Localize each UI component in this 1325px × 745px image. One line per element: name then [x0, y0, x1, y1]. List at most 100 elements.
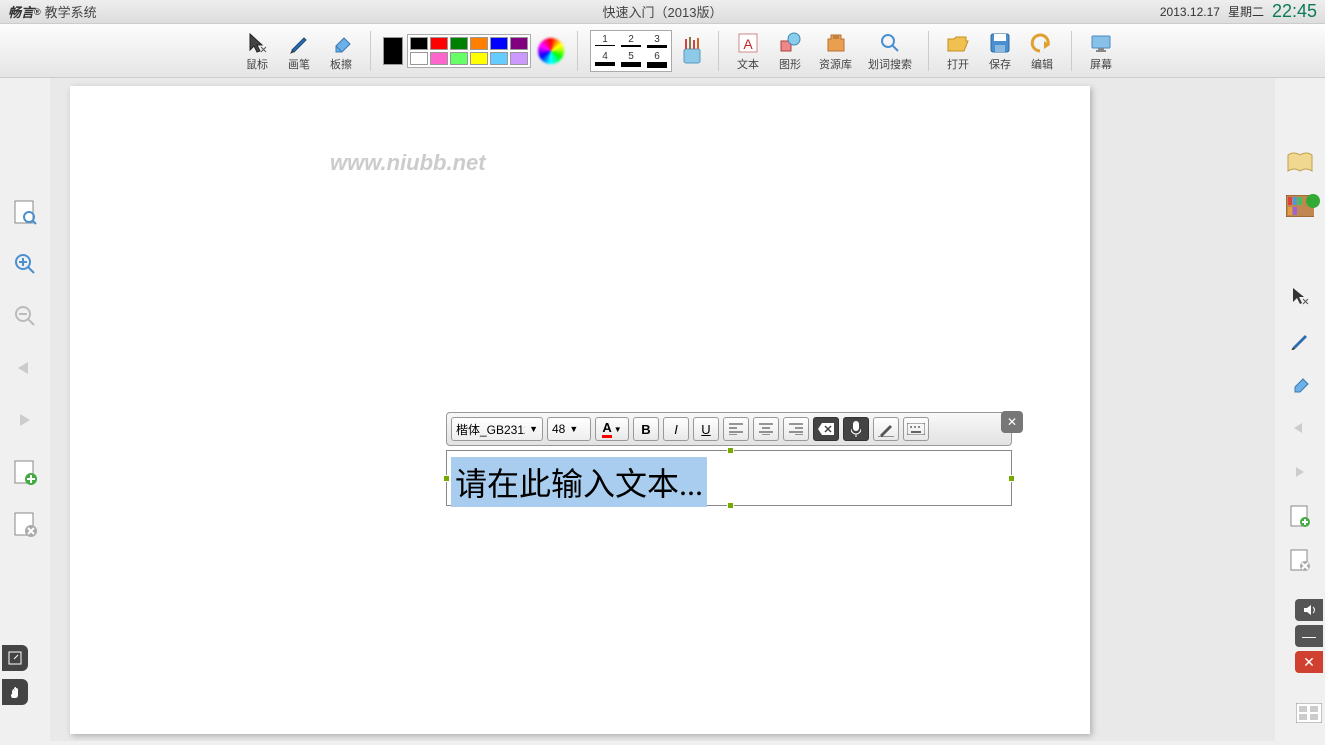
- folder-open-icon: [945, 30, 971, 56]
- zoom-in-button[interactable]: [11, 250, 39, 278]
- cursor-tool-button[interactable]: [1286, 282, 1314, 310]
- underline-button[interactable]: U: [693, 417, 719, 441]
- color-pink[interactable]: [430, 52, 448, 65]
- text-editor-popup: 楷体_GB2312▼ 48▼ A▼ B I U ✕ 请在此输入文本...: [446, 412, 1012, 506]
- canvas-page[interactable]: www.niubb.net 楷体_GB2312▼ 48▼ A▼ B I U: [70, 86, 1090, 734]
- pen-tool-button-right[interactable]: [1286, 326, 1314, 354]
- left-sidebar: [0, 78, 50, 718]
- italic-button[interactable]: I: [663, 417, 689, 441]
- bookshelf-button[interactable]: [1286, 192, 1314, 220]
- eraser-tool-button-right[interactable]: [1286, 370, 1314, 398]
- keyboard-button[interactable]: [903, 417, 929, 441]
- search-icon: [877, 30, 903, 56]
- stroke-1[interactable]: 1: [595, 34, 615, 48]
- resize-handle-top[interactable]: [727, 447, 734, 454]
- undo-edit-button[interactable]: 编辑: [1025, 28, 1059, 74]
- thumbnail-panel-button[interactable]: [1295, 699, 1323, 727]
- stroke-5[interactable]: 5: [621, 51, 641, 68]
- minimize-button[interactable]: —: [1295, 625, 1323, 647]
- separator: [1071, 31, 1072, 71]
- stroke-6[interactable]: 6: [647, 51, 667, 68]
- align-right-button[interactable]: [783, 417, 809, 441]
- main-toolbar: 鼠标 画笔 板擦: [0, 24, 1325, 78]
- font-family-select[interactable]: 楷体_GB2312▼: [451, 417, 543, 441]
- open-button[interactable]: 打开: [941, 28, 975, 74]
- shape-tool-button[interactable]: 图形: [773, 28, 807, 74]
- next-page-button[interactable]: [11, 406, 39, 434]
- color-orange[interactable]: [470, 37, 488, 50]
- hand-tool-button[interactable]: [2, 679, 28, 705]
- bold-button[interactable]: B: [633, 417, 659, 441]
- color-yellow[interactable]: [470, 52, 488, 65]
- stroke-4[interactable]: 4: [595, 51, 615, 68]
- color-red[interactable]: [430, 37, 448, 50]
- stroke-2[interactable]: 2: [621, 34, 641, 48]
- shapes-icon: [777, 30, 803, 56]
- stroke-3[interactable]: 3: [647, 34, 667, 48]
- backspace-button[interactable]: [813, 417, 839, 441]
- placeholder-text: 请在此输入文本...: [451, 457, 707, 507]
- resource-label: 资源库: [819, 56, 852, 72]
- handwriting-button[interactable]: [873, 417, 899, 441]
- color-green[interactable]: [450, 37, 468, 50]
- color-skyblue[interactable]: [490, 52, 508, 65]
- add-page-button-right[interactable]: [1286, 502, 1314, 530]
- eraser-tool-button[interactable]: 板擦: [324, 28, 358, 74]
- search-label: 划词搜索: [868, 56, 912, 72]
- color-lavender[interactable]: [510, 52, 528, 65]
- cursor-icon: [244, 30, 270, 56]
- screen-button[interactable]: 屏幕: [1084, 28, 1118, 74]
- mouse-tool-button[interactable]: 鼠标: [240, 28, 274, 74]
- align-center-button[interactable]: [753, 417, 779, 441]
- page-preview-button[interactable]: [11, 198, 39, 226]
- align-left-button[interactable]: [723, 417, 749, 441]
- workspace: www.niubb.net 楷体_GB2312▼ 48▼ A▼ B I U: [50, 78, 1275, 741]
- book-button[interactable]: [1286, 148, 1314, 176]
- next-button-right[interactable]: [1286, 458, 1314, 486]
- color-purple[interactable]: [510, 37, 528, 50]
- expand-panel-button[interactable]: [2, 645, 28, 671]
- svg-text:A: A: [743, 36, 753, 52]
- brush-cup-icon[interactable]: [678, 35, 706, 67]
- prev-page-button[interactable]: [11, 354, 39, 382]
- screen-label: 屏幕: [1090, 56, 1112, 72]
- add-page-button[interactable]: [11, 458, 39, 486]
- text-tool-button[interactable]: A 文本: [731, 28, 765, 74]
- close-button[interactable]: ✕: [1295, 651, 1323, 673]
- resize-handle-left[interactable]: [443, 475, 450, 482]
- save-icon: [987, 30, 1013, 56]
- color-lightgreen[interactable]: [450, 52, 468, 65]
- prev-button-right[interactable]: [1286, 414, 1314, 442]
- color-white[interactable]: [410, 52, 428, 65]
- pen-tool-button[interactable]: 画笔: [282, 28, 316, 74]
- font-size-select[interactable]: 48▼: [547, 417, 591, 441]
- resize-handle-bottom[interactable]: [727, 502, 734, 509]
- color-wheel-button[interactable]: [537, 37, 565, 65]
- color-black[interactable]: [410, 37, 428, 50]
- save-button[interactable]: 保存: [983, 28, 1017, 74]
- font-color-button[interactable]: A▼: [595, 417, 629, 441]
- screen-icon: [1088, 30, 1114, 56]
- mouse-label: 鼠标: [246, 56, 268, 72]
- search-button[interactable]: 划词搜索: [864, 28, 916, 74]
- text-input-field[interactable]: 请在此输入文本...: [446, 450, 1012, 506]
- product-subtitle: 教学系统: [45, 2, 97, 21]
- edit-label: 编辑: [1031, 56, 1053, 72]
- separator: [928, 31, 929, 71]
- volume-button[interactable]: [1295, 599, 1323, 621]
- delete-page-button-right[interactable]: [1286, 546, 1314, 574]
- zoom-out-button[interactable]: [11, 302, 39, 330]
- clock: 22:45: [1272, 1, 1317, 22]
- save-label: 保存: [989, 56, 1011, 72]
- close-text-editor-button[interactable]: ✕: [1001, 411, 1023, 433]
- resource-button[interactable]: 资源库: [815, 28, 856, 74]
- color-blue[interactable]: [490, 37, 508, 50]
- right-sidebar: [1275, 78, 1325, 618]
- current-color-swatch[interactable]: [383, 37, 403, 65]
- watermark: www.niubb.net: [330, 150, 486, 176]
- product-name: 畅言: [8, 2, 34, 21]
- resize-handle-right[interactable]: [1008, 475, 1015, 482]
- weekday-label: 星期二: [1228, 3, 1264, 20]
- delete-page-button[interactable]: [11, 510, 39, 538]
- microphone-button[interactable]: [843, 417, 869, 441]
